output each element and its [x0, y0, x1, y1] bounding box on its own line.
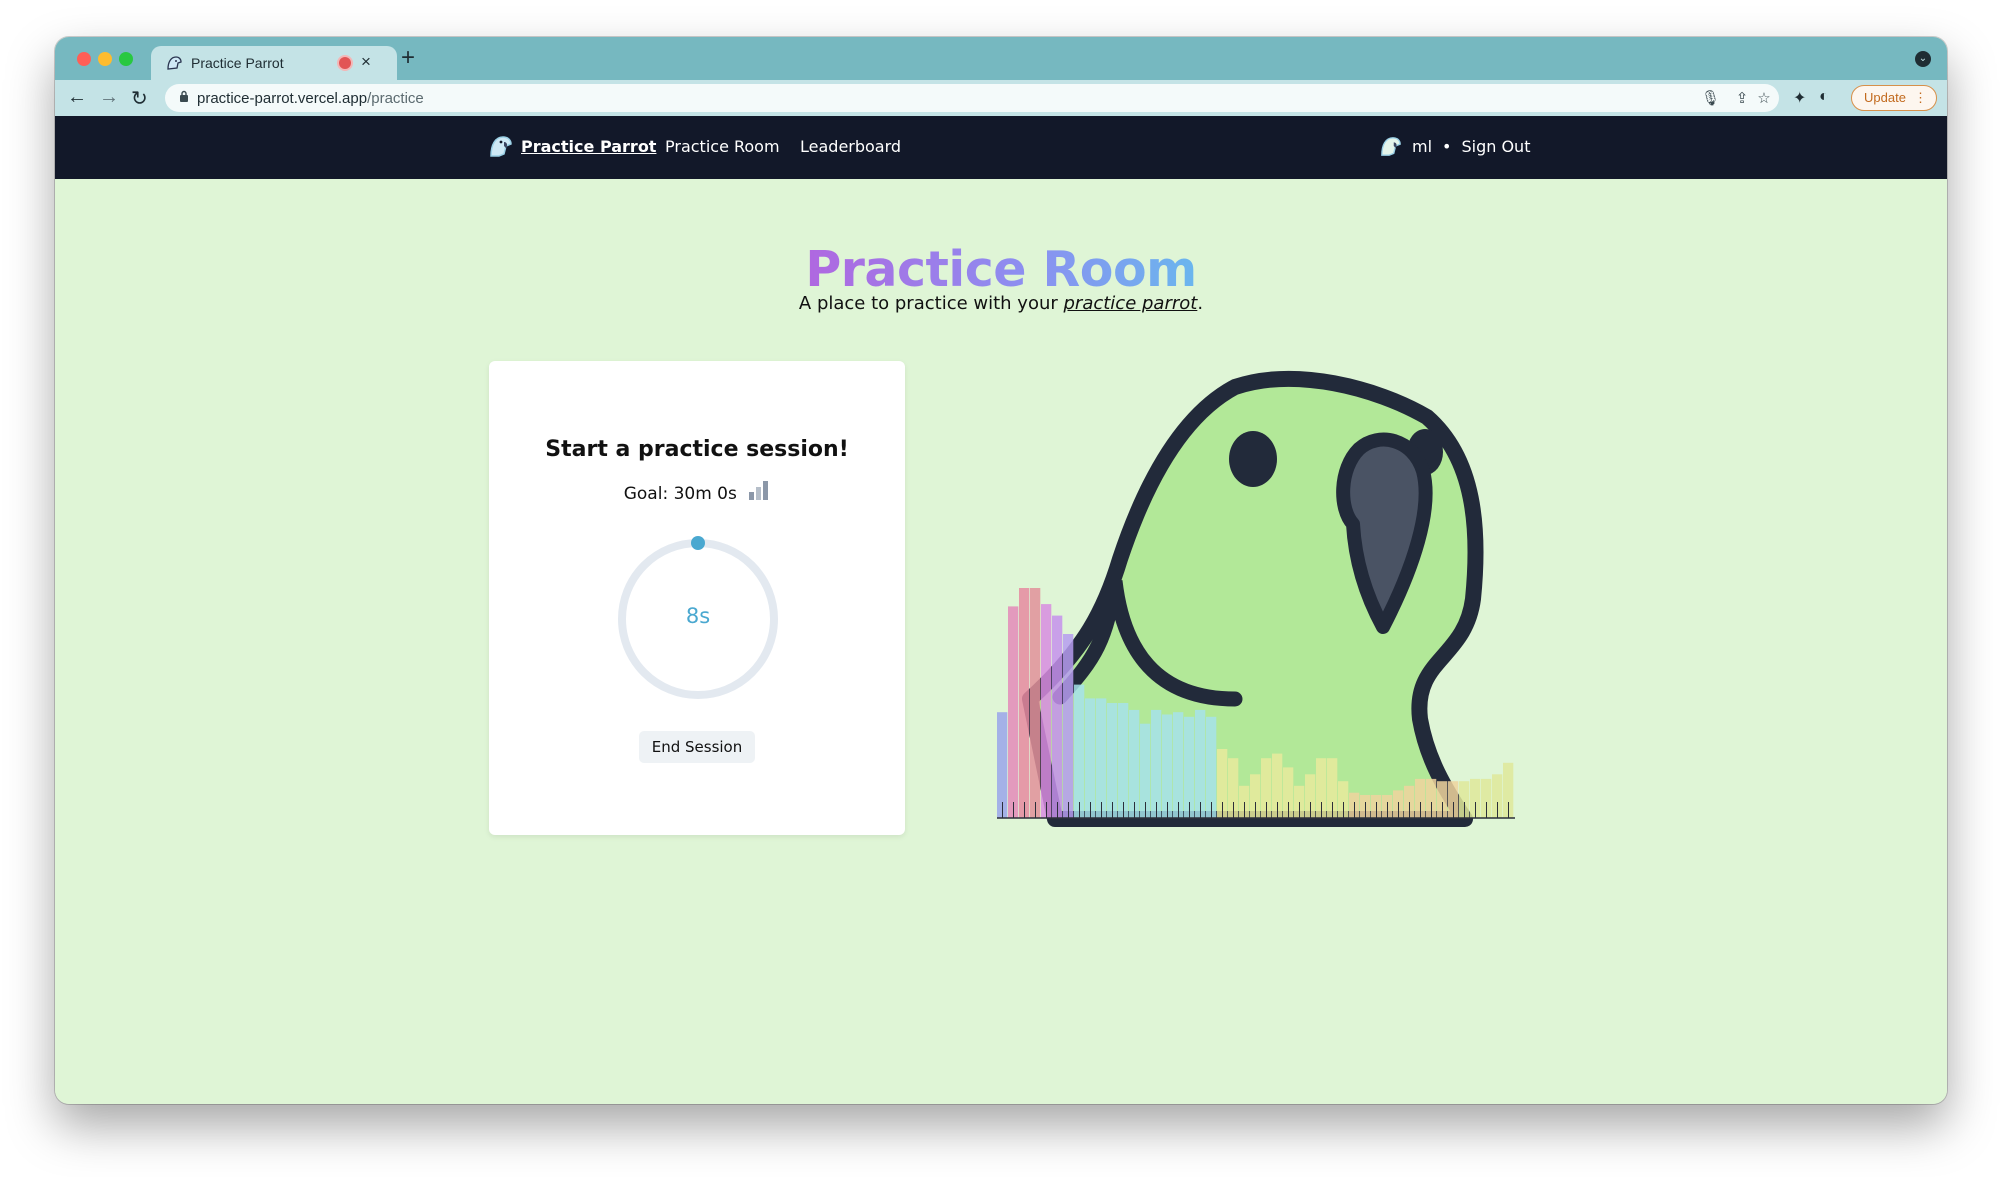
profile-avatar-icon[interactable]: ◐	[1819, 88, 1829, 106]
recording-indicator-icon	[339, 57, 351, 69]
extensions-puzzle-icon[interactable]: ✦	[1793, 88, 1806, 108]
visualizer-bar	[1107, 703, 1118, 818]
browser-toolbar: ← → ↻ practice-parrot.vercel.app/practic…	[55, 80, 1947, 116]
close-window-button[interactable]	[77, 52, 91, 66]
separator-dot: •	[1442, 136, 1452, 156]
session-card: Start a practice session! Goal: 30m 0s 8…	[489, 361, 905, 835]
visualizer-bar	[1008, 606, 1019, 818]
session-heading: Start a practice session!	[545, 437, 849, 462]
back-arrow-icon[interactable]: ←	[67, 86, 87, 109]
visualizer-bar	[1195, 709, 1206, 818]
goal-line: Goal: 30m 0s	[489, 479, 905, 504]
lock-icon	[180, 90, 188, 102]
subtitle-emphasis: practice parrot	[1063, 293, 1198, 314]
bookmark-star-icon[interactable]: ☆	[1755, 89, 1773, 107]
visualizer-bar	[1063, 634, 1074, 818]
visualizer-bar	[1019, 588, 1030, 818]
sign-out-link[interactable]: Sign Out	[1461, 137, 1530, 156]
url-text: practice-parrot.vercel.app/practice	[197, 90, 424, 107]
minimize-window-button[interactable]	[98, 52, 112, 66]
tab-search-icon[interactable]: ⌄	[1915, 51, 1931, 67]
new-tab-button[interactable]: +	[401, 44, 415, 72]
more-menu-icon[interactable]: ⋮	[1914, 86, 1927, 110]
maximize-window-button[interactable]	[119, 52, 133, 66]
page-content: Practice Room A place to practice with y…	[55, 179, 1947, 1104]
visualizer-bar	[1118, 703, 1129, 818]
subtitle-prefix: A place to practice with your	[798, 293, 1064, 314]
session-timer: 8s	[615, 536, 781, 702]
username: ml	[1412, 136, 1433, 156]
update-button[interactable]: Update ⋮	[1851, 85, 1937, 111]
close-tab-icon[interactable]: ×	[361, 52, 371, 72]
reload-icon[interactable]: ↻	[131, 86, 148, 111]
visualizer-bar	[1074, 684, 1085, 818]
nav-link-leaderboard[interactable]: Leaderboard	[800, 137, 901, 156]
parrot-illustration	[997, 370, 1515, 827]
url-host: practice-parrot.vercel.app	[197, 90, 368, 107]
user-menu: ml • Sign Out	[1380, 135, 1530, 157]
parrot-logo-icon	[490, 136, 512, 157]
end-session-button[interactable]: End Session	[639, 731, 755, 763]
tab-bar: Practice Parrot × + ⌄	[55, 37, 1947, 80]
page-title: Practice Room	[55, 241, 1947, 298]
visualizer-bar	[1096, 698, 1107, 818]
page-subtitle: A place to practice with your practice p…	[55, 293, 1947, 314]
brand-name: Practice Parrot	[521, 136, 657, 156]
visualizer-bar	[1041, 604, 1052, 818]
address-bar[interactable]: practice-parrot.vercel.app/practice 🎙 ⇪ …	[165, 84, 1779, 112]
nav-link-practice-room[interactable]: Practice Room	[665, 137, 780, 156]
visualizer-bar	[1030, 588, 1041, 818]
microphone-icon[interactable]: 🎙	[1701, 89, 1720, 107]
visualizer-bar	[1085, 698, 1096, 818]
user-avatar-icon	[1381, 137, 1401, 156]
signal-bars-icon[interactable]	[748, 479, 770, 501]
browser-tab[interactable]: Practice Parrot ×	[151, 46, 397, 80]
url-path: /practice	[367, 90, 424, 107]
site-navbar: Practice Parrot Practice Room Leaderboar…	[55, 116, 1947, 179]
visualizer-bar	[1052, 615, 1063, 818]
parrot-favicon-icon	[167, 56, 182, 70]
forward-arrow-icon[interactable]: →	[99, 86, 119, 109]
share-icon[interactable]: ⇪	[1733, 89, 1751, 107]
timer-progress-dot	[691, 536, 705, 550]
browser-window: Practice Parrot × + ⌄ ← → ↻ practice-par…	[55, 37, 1947, 1104]
update-label: Update	[1864, 90, 1906, 105]
page-title-text: Practice Room	[805, 241, 1197, 298]
visualizer-bar	[1151, 709, 1162, 818]
tab-title: Practice Parrot	[191, 55, 284, 71]
visualizer-bar	[1129, 709, 1140, 818]
brand-link[interactable]: Practice Parrot	[489, 135, 656, 157]
subtitle-suffix: .	[1197, 293, 1204, 314]
timer-value: 8s	[685, 604, 711, 628]
goal-text: Goal: 30m 0s	[623, 484, 737, 504]
